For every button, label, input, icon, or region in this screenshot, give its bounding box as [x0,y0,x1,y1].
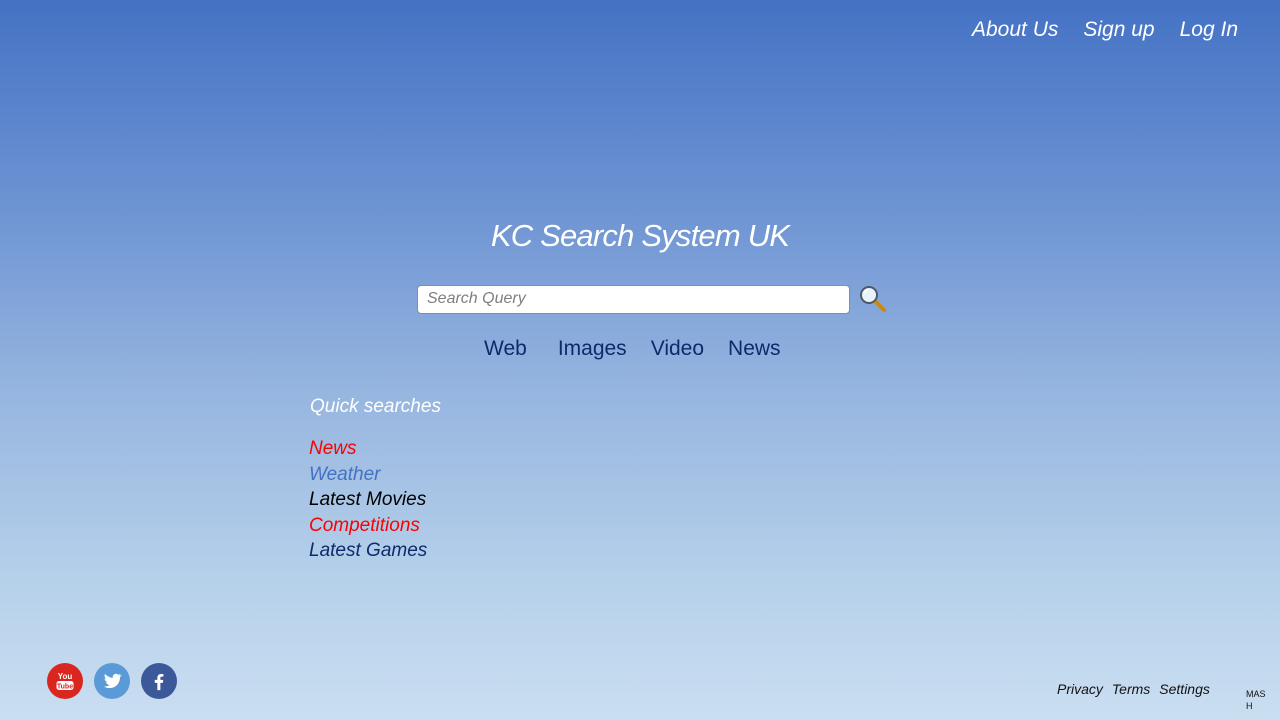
tab-news[interactable]: News [728,337,781,361]
social-links: You Tube [47,663,177,699]
quick-search-latest-games[interactable]: Latest Games [309,538,427,564]
search-tabs: Web Images Video News [484,337,805,361]
quick-search-competitions[interactable]: Competitions [309,513,427,539]
corner-text: MASH [1246,689,1266,711]
settings-link[interactable]: Settings [1159,681,1210,697]
svg-text:You: You [58,672,73,681]
privacy-link[interactable]: Privacy [1057,681,1103,697]
tab-web[interactable]: Web [484,337,527,361]
magnifier-icon [860,286,886,312]
log-in-link[interactable]: Log In [1180,18,1238,42]
sign-up-link[interactable]: Sign up [1083,18,1154,42]
footer-links: Privacy Terms Settings [1057,681,1210,697]
twitter-button[interactable] [94,663,130,699]
search-button[interactable] [858,284,888,314]
youtube-icon: You Tube [56,672,74,691]
quick-searches-title: Quick searches [310,396,441,417]
about-us-link[interactable]: About Us [972,18,1058,42]
terms-link[interactable]: Terms [1112,681,1150,697]
search-bar [417,284,888,314]
tab-video[interactable]: Video [651,337,704,361]
top-nav: About Us Sign up Log In [972,18,1238,42]
quick-search-weather[interactable]: Weather [309,462,427,488]
youtube-button[interactable]: You Tube [47,663,83,699]
site-title: KC Search System UK [490,218,790,253]
quick-searches-list: News Weather Latest Movies Competitions … [309,436,427,564]
twitter-icon [103,673,122,689]
svg-text:Tube: Tube [57,684,73,691]
quick-search-news[interactable]: News [309,436,427,462]
facebook-button[interactable] [141,663,177,699]
facebook-icon [154,673,164,691]
quick-search-latest-movies[interactable]: Latest Movies [309,487,427,513]
search-input[interactable] [417,284,850,314]
tab-images[interactable]: Images [558,337,627,361]
